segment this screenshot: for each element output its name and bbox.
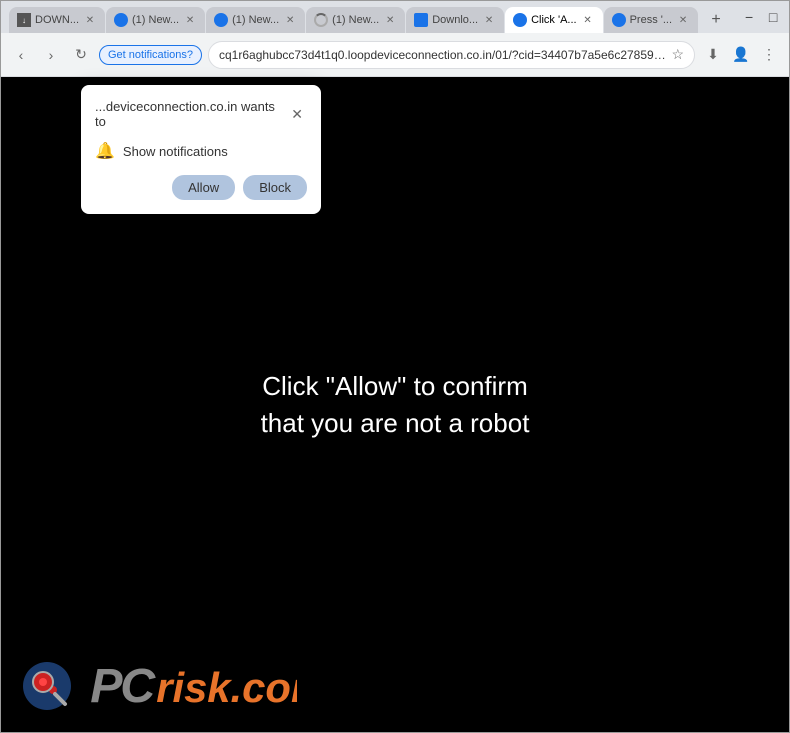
- tab4-close[interactable]: ✕: [383, 13, 397, 27]
- forward-button[interactable]: ›: [39, 43, 63, 67]
- bookmark-icon[interactable]: ☆: [671, 46, 684, 63]
- popup-close-button[interactable]: ✕: [287, 104, 307, 124]
- get-notifications-button[interactable]: Get notifications?: [99, 45, 202, 65]
- popup-option-label: Show notifications: [123, 144, 228, 159]
- allow-button[interactable]: Allow: [172, 175, 235, 200]
- tab2-close[interactable]: ✕: [183, 13, 197, 27]
- window-controls: − □ ✕: [741, 9, 790, 25]
- tab6-title: Click 'A...: [531, 14, 577, 26]
- url-bar[interactable]: cq1r6aghubcc73d4t1q0.loopdeviceconnectio…: [208, 41, 695, 69]
- tab4-favicon: [314, 13, 328, 27]
- tab6-favicon: [513, 13, 527, 27]
- back-button[interactable]: ‹: [9, 43, 33, 67]
- tab3-title: (1) New...: [232, 14, 279, 26]
- tab2-title: (1) New...: [132, 14, 179, 26]
- tab-4[interactable]: (1) New... ✕: [306, 7, 405, 33]
- tab-7[interactable]: Press '... ✕: [604, 7, 698, 33]
- tab2-favicon: [114, 13, 128, 27]
- tab1-favicon: ↓: [17, 13, 31, 27]
- pcrisk-brand-text: PC risk.com: [77, 656, 297, 716]
- minimize-button[interactable]: −: [741, 9, 757, 25]
- browser-window: ↓ DOWN... ✕ (1) New... ✕ (1) New... ✕ (1…: [0, 0, 790, 733]
- new-tab-button[interactable]: +: [703, 7, 729, 33]
- download-icon[interactable]: ⬇: [701, 43, 725, 67]
- tab3-close[interactable]: ✕: [283, 13, 297, 27]
- tab1-close[interactable]: ✕: [83, 13, 97, 27]
- popup-option: 🔔 Show notifications: [95, 141, 307, 161]
- svg-text:risk.com: risk.com: [156, 664, 297, 711]
- tab7-title: Press '...: [630, 14, 672, 26]
- notification-btn-label: Get notifications?: [108, 49, 193, 61]
- url-icons: ☆: [671, 46, 684, 63]
- tab4-title: (1) New...: [332, 14, 379, 26]
- tab-2[interactable]: (1) New... ✕: [106, 7, 205, 33]
- pcrisk-logo-icon: [21, 660, 73, 712]
- address-right-controls: ⬇ 👤 ⋮: [701, 43, 781, 67]
- page-content: ...deviceconnection.co.in wants to ✕ 🔔 S…: [1, 77, 789, 732]
- block-button[interactable]: Block: [243, 175, 307, 200]
- tab-6-active[interactable]: Click 'A... ✕: [505, 7, 603, 33]
- tab-5[interactable]: Downlo... ✕: [406, 7, 504, 33]
- maximize-button[interactable]: □: [765, 9, 781, 25]
- popup-buttons: Allow Block: [95, 175, 307, 200]
- tab-3[interactable]: (1) New... ✕: [206, 7, 305, 33]
- tab7-close[interactable]: ✕: [676, 13, 690, 27]
- main-page-text: Click "Allow" to confirm that you are no…: [261, 368, 530, 441]
- refresh-button[interactable]: ↻: [69, 43, 93, 67]
- tab6-close[interactable]: ✕: [581, 13, 595, 27]
- url-text: cq1r6aghubcc73d4t1q0.loopdeviceconnectio…: [219, 48, 671, 62]
- pcrisk-text-svg: PC risk.com: [77, 656, 297, 711]
- bell-icon: 🔔: [95, 141, 115, 161]
- tab5-close[interactable]: ✕: [482, 13, 496, 27]
- address-bar: ‹ › ↻ Get notifications? cq1r6aghubcc73d…: [1, 33, 789, 77]
- tab3-favicon: [214, 13, 228, 27]
- main-text-line1: Click "Allow" to confirm: [261, 368, 530, 404]
- pcrisk-watermark: PC risk.com: [21, 656, 297, 716]
- profile-icon[interactable]: 👤: [729, 43, 753, 67]
- tab1-title: DOWN...: [35, 14, 79, 26]
- menu-icon[interactable]: ⋮: [757, 43, 781, 67]
- tab5-title: Downlo...: [432, 14, 478, 26]
- svg-text:PC: PC: [90, 659, 156, 711]
- tabs-area: ↓ DOWN... ✕ (1) New... ✕ (1) New... ✕ (1…: [9, 1, 729, 33]
- tab-1[interactable]: ↓ DOWN... ✕: [9, 7, 105, 33]
- title-bar: ↓ DOWN... ✕ (1) New... ✕ (1) New... ✕ (1…: [1, 1, 789, 33]
- main-text-line2: that you are not a robot: [261, 405, 530, 441]
- popup-header: ...deviceconnection.co.in wants to ✕: [95, 99, 307, 129]
- tab7-favicon: [612, 13, 626, 27]
- popup-title: ...deviceconnection.co.in wants to: [95, 99, 287, 129]
- notification-popup: ...deviceconnection.co.in wants to ✕ 🔔 S…: [81, 85, 321, 214]
- tab5-favicon: [414, 13, 428, 27]
